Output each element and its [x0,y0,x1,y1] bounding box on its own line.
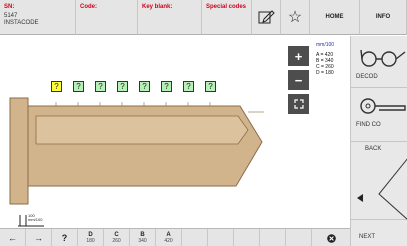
key-drawing [9,97,264,205]
measure-panel: mm/100 A = 420 B = 340 C = 260 D = 180 [312,36,350,222]
cut-box-1[interactable]: ? [51,81,62,92]
right-panel: DECOD FIND CO BACK NEXT [350,36,407,246]
cut-box-4[interactable]: ? [117,81,128,92]
depth-b-value: 340 [138,238,147,244]
special-codes-cell: Special codes [202,0,252,35]
cut-box-2[interactable]: ? [73,81,84,92]
find-code-button[interactable]: FIND CO [351,88,407,142]
depth-c-button[interactable]: C 260 [104,229,130,246]
measure-unit: mm/100 [316,42,335,48]
back-button[interactable]: BACK [351,142,407,220]
depth-c-value: 260 [112,238,121,244]
special-codes-label: Special codes [206,4,247,10]
previous-cut-button[interactable]: ← [0,229,26,246]
minus-icon: − [294,72,303,88]
app-window: SN: 5147 INSTACODE Code: Key blank: Spec… [0,0,407,246]
empty-slot-1 [182,229,208,246]
fit-view-button[interactable] [288,94,309,114]
next-cut-button[interactable]: → [26,229,52,246]
code-label: Code: [80,4,97,10]
empty-slot-2 [208,229,234,246]
next-button[interactable]: NEXT [351,220,407,246]
depth-a-value: 420 [164,238,173,244]
close-circle-icon [326,233,336,243]
empty-slot-4 [260,229,286,246]
expand-icon [293,99,304,109]
serial-number-value: 5147 INSTACODE [4,13,39,26]
cut-box-5[interactable]: ? [139,81,150,92]
clear-button[interactable] [312,229,350,246]
key-search-icon [360,98,406,114]
glasses-icon [360,49,406,67]
measure-line-d: D = 180 [316,70,334,76]
depth-b-button[interactable]: B 340 [130,229,156,246]
zoom-out-button[interactable]: − [288,70,309,90]
home-label: HOME [325,14,344,20]
cut-box-8[interactable]: ? [205,81,216,92]
arrow-right-icon: → [34,233,43,243]
question-label: ? [61,233,68,243]
unknown-depth-button[interactable]: ? [52,229,78,246]
favorite-button[interactable]: ☆ [281,0,310,35]
key-head [9,97,29,205]
depth-d-value: 180 [86,238,95,244]
serial-number-cell: SN: 5147 INSTACODE [0,0,76,35]
scale-unit: mm/100 [28,217,43,222]
bottom-toolbar: ← → ? D 180 C 260 B 340 A 420 [0,228,350,246]
depth-d-button[interactable]: D 180 [78,229,104,246]
arrow-left-icon: ← [8,233,17,243]
decode-label: DECOD [356,74,378,80]
serial-number-label: SN: [4,4,15,10]
code-cell: Code: [76,0,138,35]
key-canvas: ???????? [0,36,310,222]
cut-box-6[interactable]: ? [161,81,172,92]
find-code-label: FIND CO [356,122,381,128]
next-label: NEXT [359,234,376,240]
home-button[interactable]: HOME [310,0,360,35]
key-blank-label: Key blank: [142,4,173,10]
empty-slot-3 [234,229,260,246]
key-blank-cell: Key blank: [138,0,202,35]
cut-box-3[interactable]: ? [95,81,106,92]
info-button[interactable]: INFO [360,0,407,35]
plus-icon: + [294,48,303,64]
decode-button[interactable]: DECOD [351,36,407,88]
star-icon: ☆ [287,9,303,26]
back-arrow-icon [357,158,407,220]
edit-button[interactable] [252,0,281,35]
empty-slot-5 [286,229,312,246]
zoom-in-button[interactable]: + [288,46,309,66]
cut-box-7[interactable]: ? [183,81,194,92]
cut-ticks [55,102,211,106]
depth-a-button[interactable]: A 420 [156,229,182,246]
edit-icon [258,9,275,23]
key-groove [35,115,249,145]
info-label: INFO [375,14,391,20]
back-label: BACK [365,146,382,152]
